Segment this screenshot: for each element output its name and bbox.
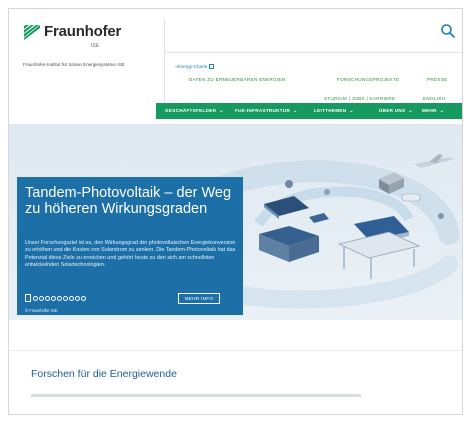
hero-slider: Tandem-Photovoltaik – der Weg zu höheren… xyxy=(9,124,462,320)
chevron-down-icon: ⌄ xyxy=(219,108,224,114)
search-icon[interactable] xyxy=(440,23,456,39)
slider-dot[interactable] xyxy=(63,296,68,301)
nav-ueber-uns[interactable]: ÜBER UNS ⌄ xyxy=(379,108,413,114)
main-navigation: GESCHÄFTSFELDER ⌄ FUE-INFRASTRUKTUR ⌄ LEIT… xyxy=(156,103,462,119)
nav-geschaeftsfelder[interactable]: GESCHÄFTSFELDER ⌄ xyxy=(165,108,224,114)
slider-dot[interactable] xyxy=(33,296,38,301)
slider-dot[interactable] xyxy=(57,296,62,301)
header-rule xyxy=(165,52,462,53)
nav-label: FUE-INFRASTRUKTUR xyxy=(235,108,291,113)
chevron-down-icon: ⌄ xyxy=(408,108,413,114)
nav-label: LEITTHEMEN xyxy=(314,108,347,113)
logo-wordmark: Fraunhofer xyxy=(44,23,122,40)
page: Fraunhofer ISE Fraunhofer-Institut für S… xyxy=(0,0,471,423)
energy-charts-label: »Energy-Charts xyxy=(175,64,208,69)
image-credit: © Fraunhofer ISE xyxy=(25,308,58,313)
nav-label: MEHR xyxy=(422,108,437,113)
nav-label: GESCHÄFTSFELDER xyxy=(165,108,217,113)
nav-leitthemen[interactable]: LEITTHEMEN ⌄ xyxy=(314,108,354,114)
chevron-down-icon: ⌄ xyxy=(293,108,298,114)
institute-name: Fraunhofer-Institut für Solare Energiesy… xyxy=(23,62,125,67)
fraunhofer-logo[interactable]: Fraunhofer ISE xyxy=(23,23,121,51)
hero-text: Unser Forschungsziel ist es, den Wirkung… xyxy=(25,240,236,269)
energy-charts-link[interactable]: »Energy-Charts xyxy=(175,64,215,70)
fraunhofer-logo-icon xyxy=(23,23,41,41)
slider-dot[interactable] xyxy=(81,296,86,301)
chevron-down-icon: ⌄ xyxy=(439,108,445,114)
nav-fue-infrastruktur[interactable]: FUE-INFRASTRUKTUR ⌄ xyxy=(235,108,298,114)
link-english[interactable]: ENGLISH xyxy=(423,96,445,101)
more-info-button[interactable]: MEHR INFO xyxy=(178,293,220,304)
nav-mehr[interactable]: MEHR ⌄ xyxy=(422,108,444,114)
section-text-cutoff xyxy=(31,394,441,398)
section-title: Forschen für die Energiewende xyxy=(31,368,177,380)
nav-label: ÜBER UNS xyxy=(379,108,406,113)
link-daten[interactable]: DATEN ZU ERNEUERBAREN ENERGIEN xyxy=(189,77,285,82)
slider-play-icon[interactable] xyxy=(25,294,31,302)
hero-title: Tandem-Photovoltaik – der Weg zu höheren… xyxy=(25,185,232,217)
link-presse[interactable]: PRESSE xyxy=(427,77,447,82)
slider-dot[interactable] xyxy=(51,296,56,301)
slider-pagination xyxy=(25,294,135,303)
external-link-icon xyxy=(209,64,215,70)
hero-teaser: Tandem-Photovoltaik – der Weg zu höheren… xyxy=(17,177,243,315)
chevron-down-icon: ⌄ xyxy=(349,108,354,114)
slider-dot[interactable] xyxy=(69,296,74,301)
slider-dot[interactable] xyxy=(39,296,44,301)
link-studium-jobs[interactable]: STUDIUM | JOBS | KARRIERE xyxy=(324,96,395,101)
slider-dot[interactable] xyxy=(45,296,50,301)
cut-off-text-line xyxy=(31,394,361,397)
header-divider xyxy=(164,18,165,112)
slider-dot[interactable] xyxy=(75,296,80,301)
section-divider xyxy=(9,350,462,351)
link-forschungsprojekte[interactable]: FORSCHUNGSPROJEKTE xyxy=(337,77,399,82)
logo-suffix: ISE xyxy=(91,43,100,49)
